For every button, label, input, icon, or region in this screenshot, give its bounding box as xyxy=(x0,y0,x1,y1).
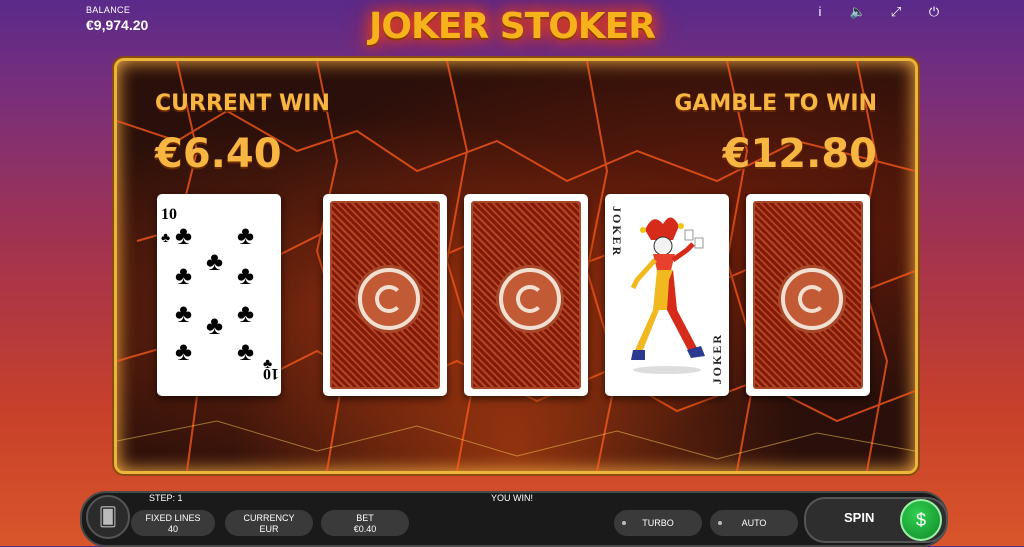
info-icon[interactable]: i xyxy=(810,4,830,20)
bet-value: €0.40 xyxy=(353,524,377,534)
card-face-down[interactable] xyxy=(464,194,588,396)
cash-stack-icon[interactable]: $ xyxy=(900,499,942,541)
turbo-indicator-icon xyxy=(622,521,626,525)
currency-value: EUR xyxy=(259,524,279,534)
sound-icon[interactable]: 🔈 xyxy=(848,4,868,20)
club-icon: ♣ xyxy=(237,298,255,328)
fixed-lines-display: FIXED LINES 40 xyxy=(131,510,215,536)
club-icon: ♣ xyxy=(161,229,171,245)
jester-figure-icon xyxy=(630,217,705,374)
card-face-down[interactable] xyxy=(323,194,447,396)
game-logo: JOKER STOKER xyxy=(368,6,656,47)
turbo-button[interactable]: TURBO xyxy=(614,510,702,536)
club-icon: ♣ xyxy=(175,260,193,290)
currency-selector[interactable]: CURRENCY EUR xyxy=(225,510,313,536)
auto-button[interactable]: AUTO xyxy=(710,510,798,536)
club-icon: ♣ xyxy=(237,336,255,366)
spin-label: SPIN xyxy=(844,510,875,525)
card-face-down[interactable] xyxy=(746,194,870,396)
balance-label: BALANCE xyxy=(86,5,131,15)
club-icon: ♣ xyxy=(175,336,193,366)
power-icon[interactable]: ⏻ xyxy=(924,4,944,20)
gamble-board: CURRENT WIN €6.40 GAMBLE TO WIN €12.80 1… xyxy=(114,58,918,474)
gamble-to-win-label: GAMBLE TO WIN xyxy=(674,91,877,116)
bet-selector[interactable]: BET €0.40 xyxy=(321,510,409,536)
card-ten-of-clubs: 10 ♣ ♣ ♣ ♣ ♣ ♣ ♣ ♣ ♣ ♣ ♣ ♣ 10 xyxy=(157,194,281,396)
card-back-emblem-icon xyxy=(499,268,561,330)
bet-label: BET xyxy=(356,513,374,523)
card-back-emblem-icon xyxy=(358,268,420,330)
fixed-lines-value: 40 xyxy=(167,524,178,534)
fixed-lines-label: FIXED LINES xyxy=(145,513,201,523)
top-icons: i 🔈 ⤢ ⏻ xyxy=(810,4,944,20)
top-bar: BALANCE €9,974.20 JOKER STOKER i 🔈 ⤢ ⏻ xyxy=(0,0,1024,56)
auto-indicator-icon xyxy=(718,521,722,525)
turbo-label: TURBO xyxy=(642,518,674,528)
current-win-label: CURRENT WIN xyxy=(155,91,330,116)
current-win-value: €6.40 xyxy=(155,131,282,177)
club-icon: ♣ xyxy=(237,220,255,250)
joker-label-top: JOKER xyxy=(610,206,624,258)
card-back-emblem-icon xyxy=(781,268,843,330)
club-icon: ♣ xyxy=(206,246,224,276)
balance-value: €9,974.20 xyxy=(86,17,149,33)
club-icon: ♣ xyxy=(237,260,255,290)
auto-label: AUTO xyxy=(741,518,767,528)
currency-label: CURRENCY xyxy=(243,513,295,523)
fullscreen-icon[interactable]: ⤢ xyxy=(886,4,906,20)
card-rank-bottom: 10 xyxy=(263,365,279,382)
club-icon: ♣ xyxy=(175,220,193,250)
card-joker: JOKER JOKER xyxy=(605,194,729,396)
gamble-to-win-value: €12.80 xyxy=(722,131,877,177)
club-icon: ♣ xyxy=(175,298,193,328)
club-icon: ♣ xyxy=(206,310,224,340)
